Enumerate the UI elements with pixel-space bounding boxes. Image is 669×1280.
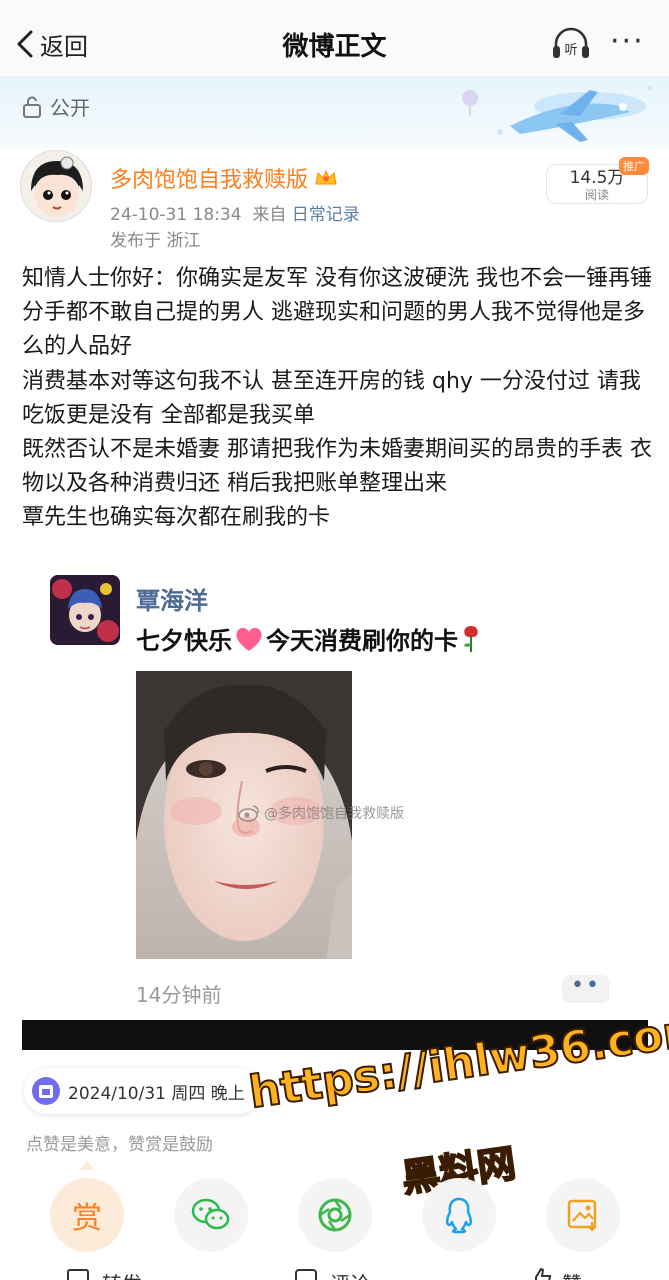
read-count-badge: 14.5万 阅读 推广 <box>546 157 649 204</box>
date-chip[interactable]: 2024/10/31 周四 晚上 <box>24 1068 261 1114</box>
date-chip-label: 2024/10/31 周四 晚上 <box>68 1083 245 1104</box>
airplane-illustration <box>462 86 652 142</box>
embedded-post-screenshot: 覃海洋 七夕快乐 今天消费刷你的卡 @多肉饱饱自我救赎版 14分钟前 •• <box>50 575 620 1015</box>
reward-label: 赏 <box>72 1201 102 1236</box>
post-author-header: 多肉饱饱自我救赎版 24-10-31 18:34 来自 日常记录 发布于 浙江 … <box>20 150 660 251</box>
share-wechat-button[interactable] <box>174 1178 248 1252</box>
comment-icon <box>295 1269 317 1280</box>
embedded-more-button: •• <box>562 975 610 1003</box>
forward-icon <box>67 1269 89 1280</box>
post-source-link[interactable]: 日常记录 <box>292 205 360 225</box>
reward-button[interactable]: 赏 <box>50 1178 124 1252</box>
qq-icon <box>445 1197 473 1234</box>
post-body: 知情人士你好：你确实是友军 没有你这波硬洗 我也不会一锤再锤 分手都不敢自己提的… <box>22 262 652 536</box>
post-paragraph: 既然否认不是未婚妻 那请把我作为未婚妻期间买的昂贵的手表 衣物以及各种消费归还 … <box>22 437 652 497</box>
save-image-button[interactable] <box>546 1178 620 1252</box>
share-moments-button[interactable] <box>298 1178 372 1252</box>
promo-badge[interactable]: 推广 <box>619 157 649 175</box>
like-reward-tip: 点赞是美意，赞赏是鼓励 <box>26 1135 213 1155</box>
forward-label: 转发 <box>102 1268 142 1280</box>
heart-emoji-icon <box>236 627 262 651</box>
share-qq-button[interactable] <box>422 1178 496 1252</box>
bottom-action-bar: 转发 评论 赞 <box>0 1262 669 1280</box>
more-menu-button[interactable]: ··· <box>610 27 645 57</box>
visibility-indicator[interactable]: 公开 <box>22 92 90 121</box>
author-avatar[interactable] <box>20 150 92 222</box>
anime-avatar-icon <box>50 575 120 645</box>
post-paragraph: 知情人士你好：你确实是友军 没有你这波硬洗 我也不会一锤再锤 分手都不敢自己提的… <box>22 266 652 360</box>
post-meta: 24-10-31 18:34 来自 日常记录 <box>110 200 360 225</box>
post-location: 发布于 浙江 <box>110 231 201 251</box>
embedded-author-avatar <box>50 575 120 645</box>
crown-badge-icon <box>315 169 337 185</box>
embedded-text-part-2: 今天消费刷你的卡 <box>266 627 458 655</box>
post-from-prefix: 来自 <box>252 205 287 225</box>
weibo-logo-icon <box>238 805 259 822</box>
watermark-text: @多肉饱饱自我救赎版 <box>264 806 404 822</box>
visibility-banner: 公开 <box>0 76 669 148</box>
moments-icon <box>318 1198 352 1232</box>
author-name-text: 多肉饱饱自我救赎版 <box>110 168 309 193</box>
headphones-icon: 听 <box>553 27 589 58</box>
weibo-watermark: @多肉饱饱自我救赎版 <box>238 803 404 823</box>
read-count-label: 阅读 <box>584 188 609 202</box>
thumbs-up-icon <box>535 1268 552 1280</box>
wechat-icon <box>191 1198 230 1230</box>
calendar-icon <box>32 1077 60 1105</box>
cartoon-avatar-icon <box>21 151 91 221</box>
embedded-post-text: 七夕快乐 今天消费刷你的卡 <box>136 621 482 656</box>
rose-emoji-icon <box>464 625 478 652</box>
like-label: 赞 <box>562 1268 582 1280</box>
embedded-post-time: 14分钟前 <box>136 983 222 1007</box>
comment-button[interactable]: 评论 <box>294 1268 370 1280</box>
embedded-author-name: 覃海洋 <box>136 587 208 615</box>
forward-button[interactable]: 转发 <box>66 1268 142 1280</box>
svg-text:听: 听 <box>564 43 577 58</box>
comment-label: 评论 <box>330 1268 370 1280</box>
author-name[interactable]: 多肉饱饱自我救赎版 <box>110 162 338 194</box>
share-action-row: 赏 <box>0 1178 669 1252</box>
listen-button[interactable]: 听 <box>550 26 592 62</box>
visibility-label: 公开 <box>50 96 90 120</box>
embedded-text-part-1: 七夕快乐 <box>136 627 232 655</box>
post-date: 24-10-31 18:34 <box>110 205 242 225</box>
lock-open-icon <box>23 96 41 118</box>
reward-pointer-icon <box>80 1160 94 1170</box>
save-image-icon <box>567 1199 597 1232</box>
post-paragraph: 消费基本对等这句我不认 甚至连开房的钱 qhy 一分没付过 请我吃饭更是没有 全… <box>22 368 641 428</box>
like-button[interactable]: 赞 <box>530 1268 582 1280</box>
top-nav-bar: 返回 微博正文 听 ··· <box>0 0 669 84</box>
post-paragraph: 覃先生也确实每次都在刷我的卡 <box>22 505 331 531</box>
